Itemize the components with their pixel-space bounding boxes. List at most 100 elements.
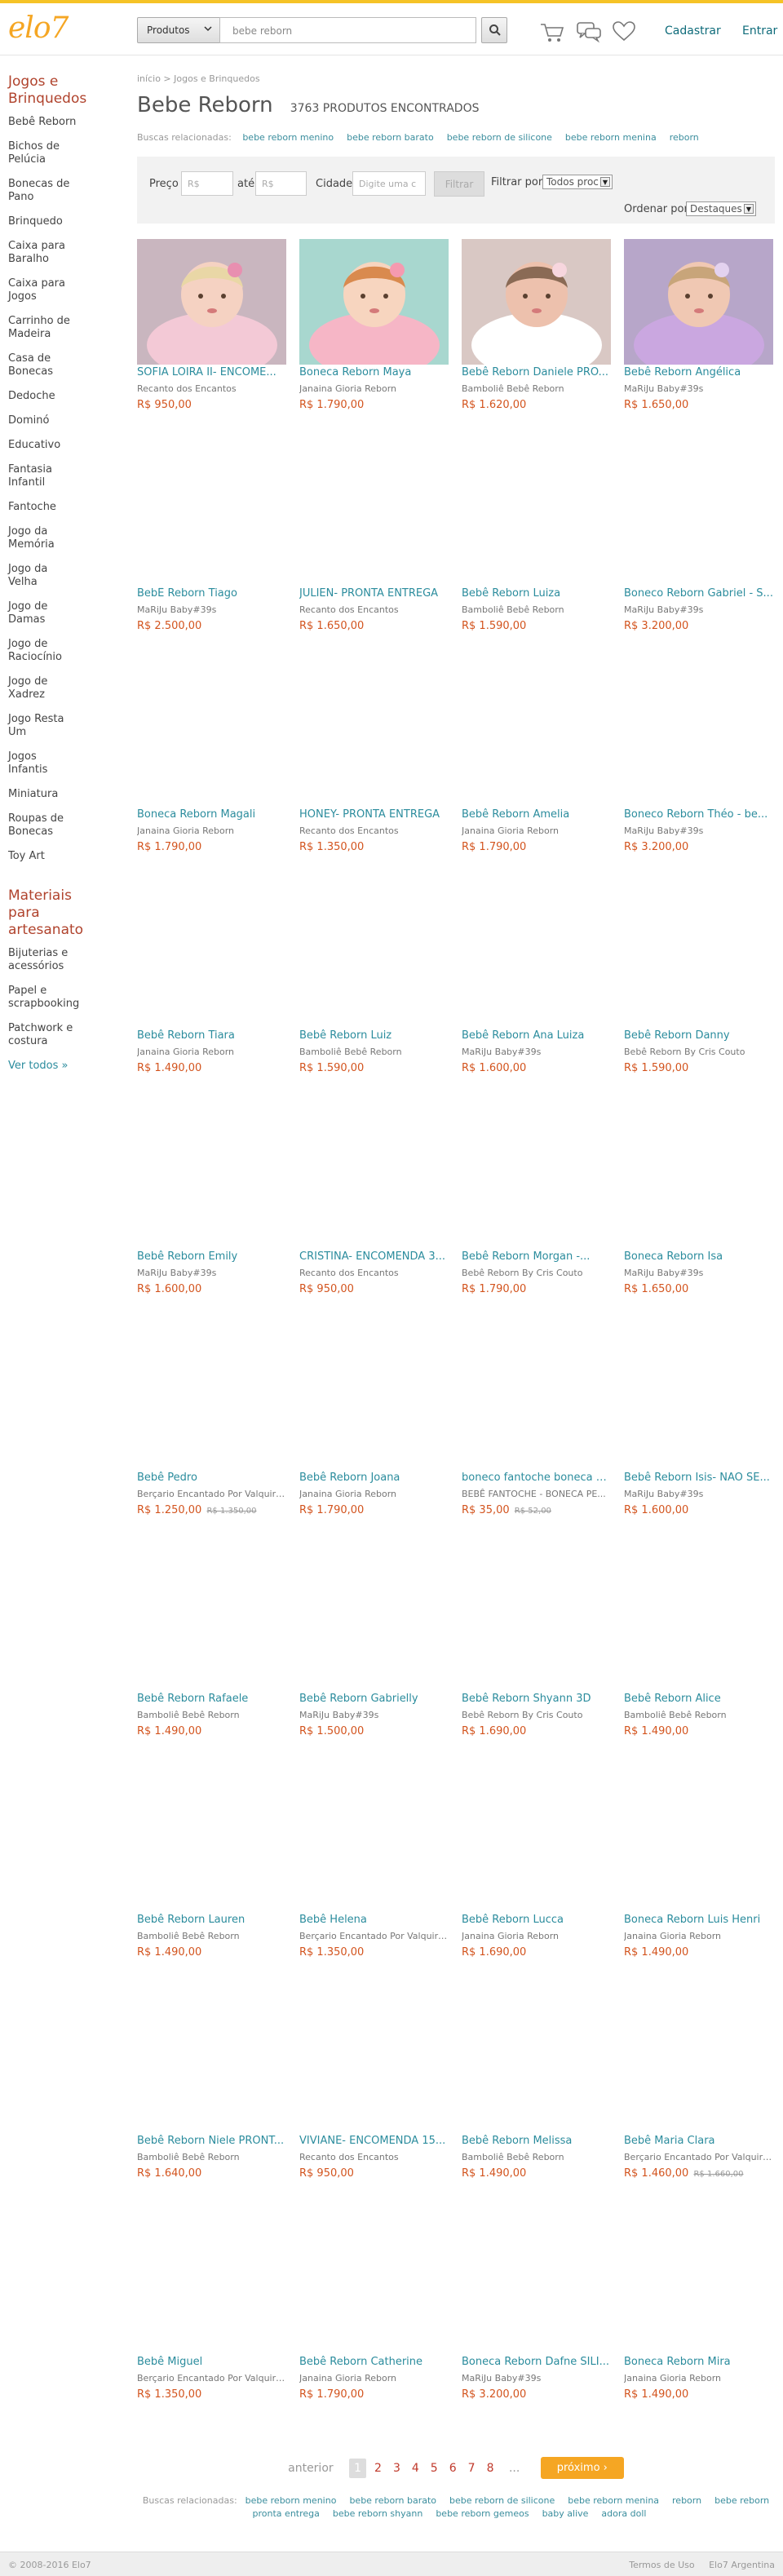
product-card[interactable]: HONEY- PRONTA ENTREGA Recanto dos Encanto… <box>299 681 449 885</box>
product-name[interactable]: Bebê Reborn Amelia <box>462 808 611 821</box>
product-image[interactable] <box>137 1565 286 1691</box>
product-image[interactable] <box>299 1344 449 1470</box>
product-shop[interactable]: Recanto dos Encantos <box>299 1268 449 1278</box>
sidebar-item[interactable]: Jogo de Xadrez <box>8 675 72 702</box>
logo[interactable]: elo7 <box>8 11 69 45</box>
product-image[interactable] <box>299 1565 449 1691</box>
product-card[interactable]: Bebê Reborn Morgan -... Bebê Reborn By Cr… <box>462 1123 611 1327</box>
related-search-link[interactable]: bebe reborn menino <box>242 132 334 143</box>
product-shop[interactable]: Berçario Encantado Por Valquiri... <box>299 1931 449 1941</box>
product-shop[interactable]: Bamboliê Bebê Reborn <box>462 2152 611 2162</box>
product-image[interactable] <box>462 239 611 365</box>
product-shop[interactable]: MaRiJu Baby#39s <box>299 1710 449 1720</box>
product-image[interactable] <box>624 1565 773 1691</box>
product-image[interactable] <box>299 902 449 1028</box>
product-name[interactable]: Bebê Miguel <box>137 2356 286 2368</box>
product-image[interactable] <box>462 902 611 1028</box>
order-by-select[interactable]: Destaques ▼ <box>686 201 756 216</box>
product-card[interactable]: Bebê Reborn Angélica MaRiJu Baby#39s R$ 1.… <box>624 239 773 443</box>
product-shop[interactable]: MaRiJu Baby#39s <box>462 1047 611 1057</box>
product-shop[interactable]: Bamboliê Bebê Reborn <box>624 1710 773 1720</box>
footer-link-argentina[interactable]: Elo7 Argentina <box>709 2560 775 2570</box>
product-name[interactable]: Bebê Reborn Danny <box>624 1029 773 1042</box>
product-card[interactable]: Bebê Reborn Luiza Bamboliê Bebê Reborn R$ … <box>462 460 611 664</box>
product-shop[interactable]: Bamboliê Bebê Reborn <box>137 2152 286 2162</box>
product-shop[interactable]: MaRiJu Baby#39s <box>624 604 773 615</box>
product-shop[interactable]: BEBÊ FANTOCHE - BONECA PE... <box>462 1489 611 1499</box>
product-name[interactable]: Boneco Reborn Théo - be... <box>624 808 773 821</box>
product-card[interactable]: VIVIANE- ENCOMENDA 15... Recanto dos Enca… <box>299 2007 449 2211</box>
product-card[interactable]: Bebê Maria Clara Berçario Encantado Por V… <box>624 2007 773 2211</box>
product-card[interactable]: Bebê Reborn Catherine Janaina Gioria Rebo… <box>299 2229 449 2432</box>
sidebar-item[interactable]: Bijuterias e acessórios <box>8 947 86 973</box>
product-card[interactable]: Bebê Reborn Lucca Janaina Gioria Reborn R$… <box>462 1786 611 1990</box>
product-image[interactable] <box>299 2229 449 2354</box>
product-name[interactable]: Bebê Maria Clara <box>624 2135 773 2147</box>
product-shop[interactable]: Recanto dos Encantos <box>299 2152 449 2162</box>
product-name[interactable]: Boneca Reborn Isa <box>624 1250 773 1263</box>
product-name[interactable]: Bebê Reborn Rafaele <box>137 1693 286 1705</box>
related-search-link[interactable]: reborn <box>670 132 699 143</box>
product-card[interactable]: Bebê Reborn Shyann 3D Bebê Reborn By Cris… <box>462 1565 611 1769</box>
sidebar-item[interactable]: Jogo Resta Um <box>8 713 72 739</box>
product-image[interactable] <box>624 239 773 365</box>
product-image[interactable] <box>624 1344 773 1470</box>
product-card[interactable]: Bebê Reborn Emily MaRiJu Baby#39s R$ 1.600… <box>137 1123 286 1327</box>
search-input[interactable]: bebe reborn <box>219 17 476 43</box>
product-card[interactable]: Bebê Reborn Joana Janaina Gioria Reborn R$… <box>299 1344 449 1548</box>
sidebar-item[interactable]: Caixa para Jogos <box>8 277 72 303</box>
product-name[interactable]: Bebê Reborn Catherine <box>299 2356 449 2368</box>
product-name[interactable]: Bebê Reborn Niele PRONT... <box>137 2135 286 2147</box>
product-name[interactable]: Bebê Reborn Tiara <box>137 1029 286 1042</box>
cart-icon[interactable] <box>538 20 566 44</box>
footer-link-terms[interactable]: Termos de Uso <box>629 2560 694 2570</box>
product-name[interactable]: Bebê Reborn Gabrielly <box>299 1693 449 1705</box>
product-card[interactable]: Bebê Helena Berçario Encantado Por Valqui… <box>299 1786 449 1990</box>
product-shop[interactable]: Berçario Encantado Por Valquiri... <box>624 2152 773 2162</box>
sidebar-item[interactable]: Bichos de Pelúcia <box>8 140 72 166</box>
product-shop[interactable]: MaRiJu Baby#39s <box>624 1268 773 1278</box>
product-image[interactable] <box>137 2229 286 2354</box>
related-search-link[interactable]: baby alive <box>542 2508 589 2519</box>
sidebar-item[interactable]: Patchwork e costura <box>8 1022 86 1048</box>
product-image[interactable] <box>299 239 449 365</box>
product-card[interactable]: Boneca Reborn Luis Henri Janaina Gioria R… <box>624 1786 773 1990</box>
search-button[interactable] <box>481 17 507 43</box>
product-image[interactable] <box>624 902 773 1028</box>
product-card[interactable]: BebÊ Reborn Tiago MaRiJu Baby#39s R$ 2.500… <box>137 460 286 664</box>
sidebar-item[interactable]: Jogos Infantis <box>8 750 72 777</box>
product-name[interactable]: Bebê Reborn Melissa <box>462 2135 611 2147</box>
product-shop[interactable]: Janaina Gioria Reborn <box>462 825 611 836</box>
product-image[interactable] <box>137 1344 286 1470</box>
product-image[interactable] <box>462 2007 611 2133</box>
product-name[interactable]: Bebê Reborn Morgan -... <box>462 1250 611 1263</box>
product-card[interactable]: Bebê Reborn Luiz Bamboliê Bebê Reborn R$ 1… <box>299 902 449 1106</box>
product-card[interactable]: boneco fantoche boneca p... BEBÊ FANTOCHE… <box>462 1344 611 1548</box>
filter-by-select[interactable]: Todos proc ▼ <box>542 175 613 189</box>
product-name[interactable]: JULIEN- PRONTA ENTREGA <box>299 587 449 600</box>
product-card[interactable]: Boneco Reborn Gabriel - S... MaRiJu Baby#… <box>624 460 773 664</box>
sidebar-item[interactable]: Fantasia Infantil <box>8 463 72 489</box>
product-image[interactable] <box>137 239 286 365</box>
product-card[interactable]: Boneca Reborn Dafne SILI... MaRiJu Baby#3… <box>462 2229 611 2432</box>
product-shop[interactable]: Janaina Gioria Reborn <box>299 2373 449 2383</box>
product-shop[interactable]: Bamboliê Bebê Reborn <box>462 604 611 615</box>
related-search-link[interactable]: bebe reborn de silicone <box>449 2495 555 2506</box>
product-shop[interactable]: Recanto dos Encantos <box>299 604 449 615</box>
page-link[interactable]: 7 <box>468 2462 476 2475</box>
product-shop[interactable]: MaRiJu Baby#39s <box>624 383 773 394</box>
related-search-link[interactable]: adora doll <box>601 2508 646 2519</box>
product-image[interactable] <box>137 902 286 1028</box>
product-card[interactable]: Bebê Reborn Isis- NÃO SE... MaRiJu Baby#3… <box>624 1344 773 1548</box>
related-search-link[interactable]: bebe reborn gemeos <box>436 2508 529 2519</box>
product-name[interactable]: Bebê Reborn Luiza <box>462 587 611 600</box>
sidebar-item[interactable]: Roupas de Bonecas <box>8 812 72 839</box>
related-search-link[interactable]: bebe reborn menina <box>565 132 657 143</box>
product-card[interactable]: Bebê Reborn Rafaele Bamboliê Bebê Reborn R… <box>137 1565 286 1769</box>
page-link[interactable]: 6 <box>449 2462 457 2475</box>
sidebar-item[interactable]: Dedoche <box>8 390 122 403</box>
page-link[interactable]: 4 <box>412 2462 419 2475</box>
product-shop[interactable]: Janaina Gioria Reborn <box>624 1931 773 1941</box>
product-image[interactable] <box>137 1123 286 1249</box>
product-image[interactable] <box>137 1786 286 1912</box>
